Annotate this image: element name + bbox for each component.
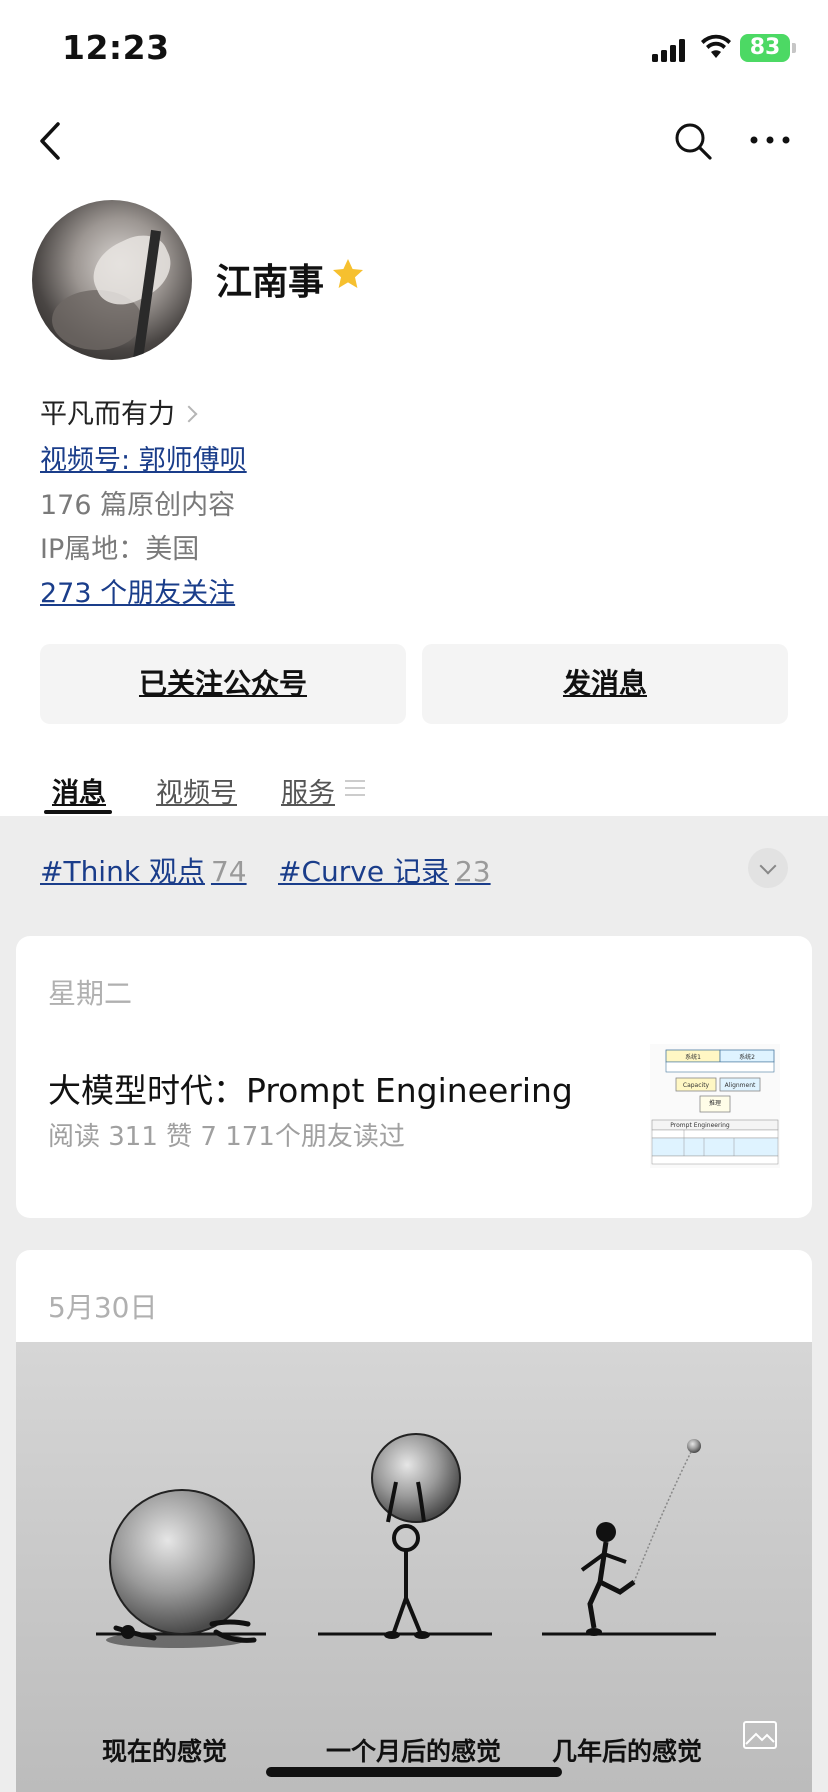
post-illustration (96, 1433, 716, 1648)
battery-tip (792, 43, 796, 53)
battery-indicator: 83 (740, 34, 790, 62)
article-thumbnail[interactable]: 系统1 系统2 Capacity Alignment 推理 Prompt Eng… (650, 1044, 780, 1168)
tag-think[interactable]: #Think 观点 74 (40, 850, 247, 890)
image-post-card[interactable]: 5月30日 现在的感觉 一个月后的感觉 几年后的感觉 (16, 1250, 812, 1792)
post-image[interactable]: 现在的感觉 一个月后的感觉 几年后的感觉 (16, 1342, 812, 1792)
following-button[interactable]: 已关注公众号 (40, 644, 406, 724)
send-message-button[interactable]: 发消息 (422, 644, 788, 724)
signature-row[interactable]: 平凡而有力 (40, 392, 198, 431)
ip-location: IP属地：美国 (40, 534, 200, 565)
thumb-label: 系统2 (739, 1053, 755, 1061)
tab-services[interactable]: 服务 (281, 771, 335, 810)
cellular-signal-icon (652, 38, 688, 62)
tag-curve[interactable]: #Curve 记录 23 (278, 850, 491, 890)
image-caption: 一个月后的感觉 (326, 1737, 502, 1766)
avatar[interactable] (32, 200, 192, 360)
card-date: 星期二 (48, 977, 133, 1010)
thumb-label: 系统1 (685, 1053, 701, 1061)
back-button[interactable] (30, 118, 70, 164)
tag-count: 74 (210, 855, 247, 888)
article-card[interactable]: 星期二 大模型时代：Prompt Engineering 阅读 311 赞 7 … (16, 936, 812, 1218)
image-icon (743, 1721, 777, 1749)
wifi-icon (701, 34, 731, 58)
card-date: 5月30日 (48, 1291, 158, 1324)
tag-label: #Curve 记录 (278, 855, 449, 888)
original-content-count[interactable]: 176 篇原创内容 (40, 483, 235, 522)
article-title[interactable]: 大模型时代：Prompt Engineering (48, 1064, 573, 1112)
chevron-right-icon (180, 405, 198, 423)
star-icon[interactable] (330, 256, 366, 292)
search-icon[interactable] (670, 118, 716, 164)
menu-icon (345, 780, 365, 798)
image-caption: 几年后的感觉 (552, 1737, 703, 1766)
thumb-label: 推理 (709, 1099, 721, 1107)
article-stats: 阅读 311 赞 7 171个朋友读过 (48, 1122, 405, 1152)
tab-video-account[interactable]: 视频号 (156, 771, 237, 810)
status-time: 12:23 (62, 28, 170, 67)
status-bar: 12:23 83 (0, 0, 828, 100)
tag-count: 23 (454, 855, 491, 888)
friends-following-link[interactable]: 273 个朋友关注 (40, 571, 235, 610)
video-account-link[interactable]: 视频号: 郭师傅呗 (40, 438, 247, 477)
thumb-label: Capacity (683, 1082, 710, 1089)
tag-label: #Think 观点 (40, 855, 205, 888)
home-indicator (266, 1767, 562, 1777)
thumb-label: Alignment (725, 1082, 756, 1089)
expand-tags-button[interactable] (748, 848, 788, 888)
tab-active-indicator (44, 810, 112, 814)
signature-text: 平凡而有力 (40, 399, 175, 430)
image-caption: 现在的感觉 (102, 1737, 228, 1766)
account-name: 江南事 (216, 262, 325, 303)
more-options-icon[interactable] (748, 130, 792, 150)
tab-messages[interactable]: 消息 (52, 771, 106, 810)
thumb-label: Prompt Engineering (670, 1122, 730, 1129)
